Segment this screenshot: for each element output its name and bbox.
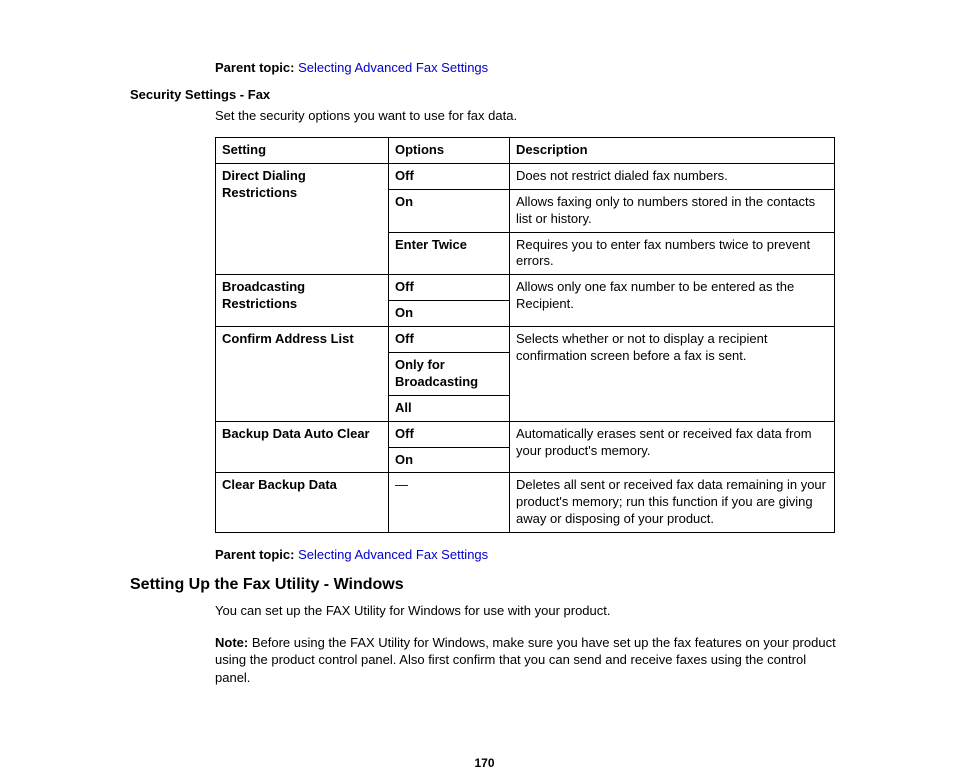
cell-description: Requires you to enter fax numbers twice … [510, 232, 835, 275]
parent-topic-top: Parent topic: Selecting Advanced Fax Set… [215, 60, 839, 75]
cell-option: Off [389, 327, 510, 353]
parent-topic-link[interactable]: Selecting Advanced Fax Settings [298, 60, 488, 75]
cell-option: Enter Twice [389, 232, 510, 275]
heading-setting-up-fax: Setting Up the Fax Utility - Windows [130, 576, 839, 594]
note-text: Before using the FAX Utility for Windows… [215, 635, 836, 685]
cell-setting: Direct Dialing Restrictions [216, 163, 389, 274]
note-paragraph: Note: Before using the FAX Utility for W… [215, 634, 839, 687]
header-description: Description [510, 138, 835, 164]
cell-option: Off [389, 421, 510, 447]
settings-table: Setting Options Description Direct Diali… [215, 137, 835, 533]
paragraph: You can set up the FAX Utility for Windo… [215, 602, 839, 620]
cell-option: All [389, 395, 510, 421]
cell-option: Off [389, 275, 510, 301]
cell-description: Automatically erases sent or received fa… [510, 421, 835, 473]
page-content: Parent topic: Selecting Advanced Fax Set… [0, 0, 954, 770]
page-number: 170 [130, 756, 839, 770]
parent-topic-label: Parent topic: [215, 547, 294, 562]
table-header-row: Setting Options Description [216, 138, 835, 164]
cell-description: Allows faxing only to numbers stored in … [510, 189, 835, 232]
cell-description: Selects whether or not to display a reci… [510, 327, 835, 422]
section-intro: Set the security options you want to use… [215, 108, 839, 123]
section-heading: Security Settings - Fax [130, 87, 839, 102]
header-options: Options [389, 138, 510, 164]
cell-description: Does not restrict dialed fax numbers. [510, 163, 835, 189]
cell-setting: Backup Data Auto Clear [216, 421, 389, 473]
parent-topic-bottom: Parent topic: Selecting Advanced Fax Set… [215, 547, 839, 562]
parent-topic-link[interactable]: Selecting Advanced Fax Settings [298, 547, 488, 562]
cell-setting: Clear Backup Data [216, 473, 389, 533]
table-row: Backup Data Auto Clear Off Automatically… [216, 421, 835, 447]
cell-option: Off [389, 163, 510, 189]
cell-setting: Confirm Address List [216, 327, 389, 422]
header-setting: Setting [216, 138, 389, 164]
table-row: Direct Dialing Restrictions Off Does not… [216, 163, 835, 189]
table-row: Confirm Address List Off Selects whether… [216, 327, 835, 353]
parent-topic-label: Parent topic: [215, 60, 294, 75]
cell-option: On [389, 447, 510, 473]
table-row: Broadcasting Restrictions Off Allows onl… [216, 275, 835, 301]
cell-setting: Broadcasting Restrictions [216, 275, 389, 327]
cell-option: Only for Broadcasting [389, 353, 510, 396]
cell-option: On [389, 189, 510, 232]
cell-option: — [389, 473, 510, 533]
note-label: Note: [215, 635, 248, 650]
table-row: Clear Backup Data — Deletes all sent or … [216, 473, 835, 533]
cell-description: Allows only one fax number to be entered… [510, 275, 835, 327]
cell-option: On [389, 301, 510, 327]
cell-description: Deletes all sent or received fax data re… [510, 473, 835, 533]
